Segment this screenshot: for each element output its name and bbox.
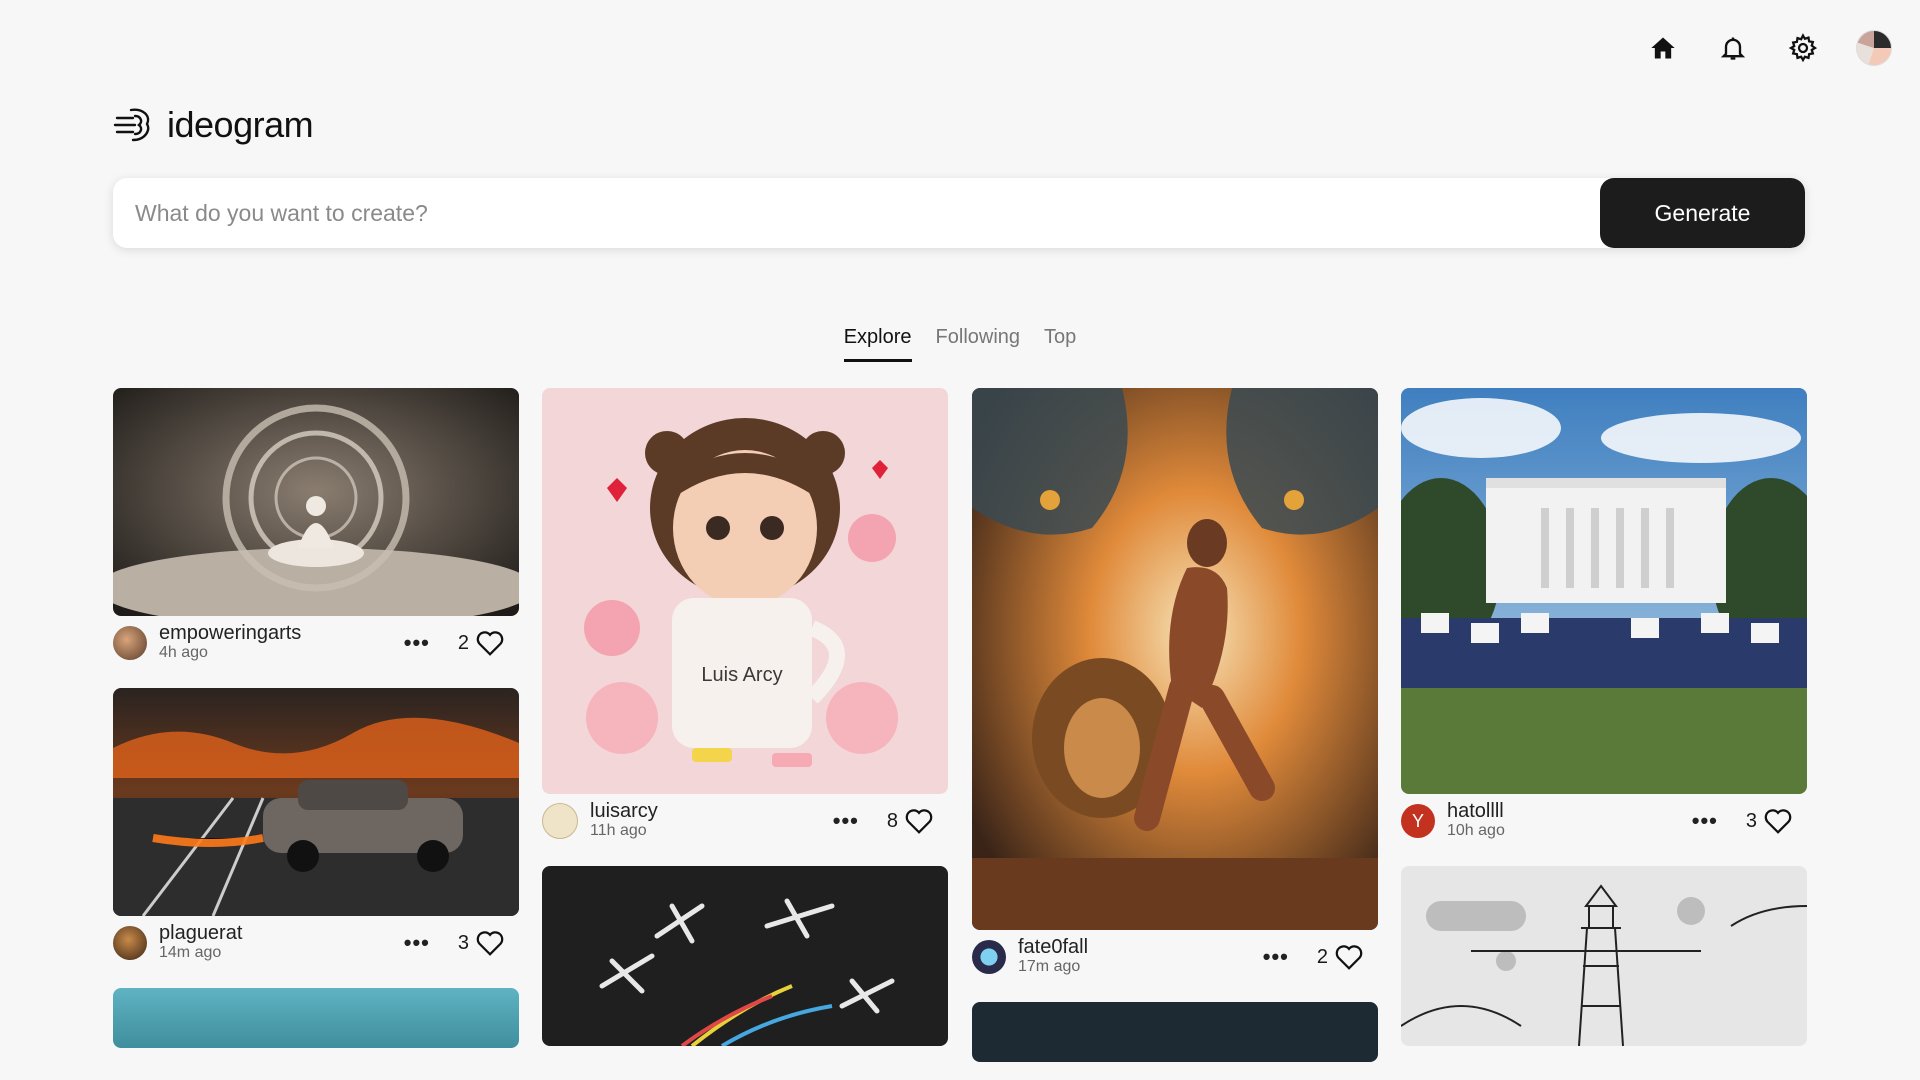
profile-avatar[interactable] [1856,30,1892,66]
post-image[interactable] [1401,388,1807,794]
post-card: fate0fall 17m ago ••• 2 [972,388,1378,984]
like-count: 3 [1745,809,1757,832]
more-options-icon[interactable]: ••• [1692,808,1718,834]
post-image[interactable] [972,388,1378,930]
more-options-icon[interactable]: ••• [404,630,430,656]
generate-button[interactable]: Generate [1600,178,1805,248]
prompt-bar: Generate [113,178,1805,248]
post-card: empoweringarts 4h ago ••• 2 [113,388,519,670]
top-nav [1646,30,1892,66]
username[interactable]: hatollll [1447,801,1505,821]
feed-column-1: empoweringarts 4h ago ••• 2 plaguerat 14m [113,388,519,1066]
more-options-icon[interactable]: ••• [404,930,430,956]
post-card [542,866,948,1046]
post-image[interactable] [972,1002,1378,1062]
post-meta: plaguerat 14m ago ••• 3 [113,916,519,970]
post-time: 10h ago [1447,822,1505,839]
post-card: Y hatollll 10h ago ••• 3 [1401,388,1807,848]
feed-tabs: Explore Following Top [0,326,1920,362]
post-image[interactable] [1401,866,1807,1046]
user-avatar[interactable] [542,803,578,839]
post-time: 11h ago [590,822,647,839]
heart-icon[interactable] [1334,943,1364,971]
post-card: Luis Arcy luisarcy 11h ago ••• 8 [542,388,948,848]
bell-icon[interactable] [1716,31,1750,65]
feed-column-4: Y hatollll 10h ago ••• 3 [1401,388,1807,1064]
username[interactable]: fate0fall [1018,937,1088,957]
feed-column-2: Luis Arcy luisarcy 11h ago ••• 8 [542,388,948,1064]
post-image[interactable] [113,388,519,616]
home-icon[interactable] [1646,31,1680,65]
brand-name: ideogram [167,104,314,145]
user-avatar[interactable] [113,626,147,660]
feed-column-3: fate0fall 17m ago ••• 2 [972,388,1378,1080]
heart-icon[interactable] [475,629,505,657]
post-image[interactable] [113,688,519,916]
more-options-icon[interactable]: ••• [1263,944,1289,970]
post-image[interactable] [113,988,519,1048]
post-image[interactable]: Luis Arcy [542,388,948,794]
post-card: plaguerat 14m ago ••• 3 [113,688,519,970]
username[interactable]: empoweringarts [159,623,301,643]
more-options-icon[interactable]: ••• [833,808,859,834]
post-card [113,988,519,1048]
post-meta: fate0fall 17m ago ••• 2 [972,930,1378,984]
like-count: 3 [457,931,469,954]
like-count: 8 [886,809,898,832]
tab-following[interactable]: Following [936,326,1020,362]
mug-text: Luis Arcy [701,664,782,686]
heart-icon[interactable] [475,929,505,957]
user-avatar[interactable]: Y [1401,804,1435,838]
post-time: 17m ago [1018,958,1081,975]
ideogram-logo-icon [113,108,150,142]
username[interactable]: plaguerat [159,923,242,943]
prompt-input[interactable] [113,178,1600,248]
post-meta: luisarcy 11h ago ••• 8 [542,794,948,848]
post-meta: Y hatollll 10h ago ••• 3 [1401,794,1807,848]
like-count: 2 [457,631,469,654]
heart-icon[interactable] [1763,807,1793,835]
user-avatar[interactable] [972,940,1006,974]
post-card [972,1002,1378,1062]
heart-icon[interactable] [904,807,934,835]
tab-top[interactable]: Top [1044,326,1076,362]
post-time: 4h ago [159,644,208,661]
post-time: 14m ago [159,944,222,961]
user-avatar[interactable] [113,926,147,960]
gear-icon[interactable] [1786,31,1820,65]
tab-explore[interactable]: Explore [843,326,912,362]
post-meta: empoweringarts 4h ago ••• 2 [113,616,519,670]
post-image[interactable] [542,866,948,1046]
like-count: 2 [1316,945,1328,968]
post-card [1401,866,1807,1046]
username[interactable]: luisarcy [590,801,658,821]
brand-logo[interactable]: ideogram [113,104,314,146]
